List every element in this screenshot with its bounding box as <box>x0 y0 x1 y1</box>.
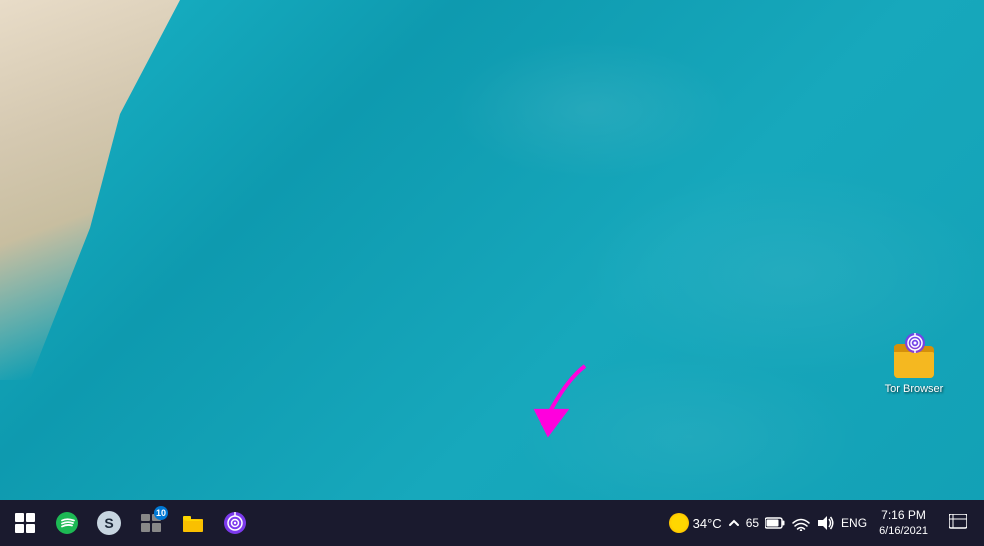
tray-wifi[interactable] <box>791 515 811 531</box>
tor-browser-icon-image <box>890 330 938 378</box>
water-ripple <box>0 0 984 546</box>
chevron-up-icon <box>728 517 740 529</box>
clock-date: 6/16/2021 <box>879 524 928 538</box>
tray-cpu-temp[interactable]: 65 <box>746 516 759 530</box>
tray-volume[interactable] <box>817 515 835 531</box>
clock-time: 7:16 PM <box>881 508 926 524</box>
pink-arrow-annotation <box>505 361 625 456</box>
tray-chevron[interactable] <box>728 517 740 529</box>
tor-browser-label: Tor Browser <box>885 382 944 396</box>
windows-logo <box>15 513 35 533</box>
taskbar-fileexplorer[interactable] <box>172 500 214 546</box>
taskbar-vpn[interactable] <box>214 500 256 546</box>
taskview-badge: 10 <box>154 506 168 520</box>
steam-icon: S <box>96 510 122 536</box>
taskbar: S 10 <box>0 500 984 546</box>
start-button[interactable] <box>4 500 46 546</box>
taskbar-steam[interactable]: S <box>88 500 130 546</box>
weather-temperature: 34°C <box>693 516 722 531</box>
notification-button[interactable] <box>940 500 976 546</box>
wifi-icon <box>791 515 811 531</box>
desktop-icon-tor-browser[interactable]: Tor Browser <box>874 330 954 396</box>
tray-language[interactable]: ENG <box>841 516 867 530</box>
fileexplorer-icon <box>181 511 205 535</box>
taskbar-taskview[interactable]: 10 <box>130 500 172 546</box>
taskbar-spotify[interactable] <box>46 500 88 546</box>
battery-icon <box>765 516 785 530</box>
tray-clock[interactable]: 7:16 PM 6/16/2021 <box>873 508 934 538</box>
tray-battery[interactable] <box>765 516 785 530</box>
desktop: Tor Browser <box>0 0 984 546</box>
tray-weather[interactable]: 34°C <box>669 513 722 533</box>
tor-logo-svg <box>904 332 926 354</box>
volume-icon <box>817 515 835 531</box>
system-tray: 34°C 65 <box>669 500 980 546</box>
svg-text:S: S <box>104 515 113 531</box>
notification-icon <box>949 514 967 532</box>
vpn-icon <box>223 511 247 535</box>
spotify-icon <box>55 511 79 535</box>
weather-sun-icon <box>669 513 689 533</box>
